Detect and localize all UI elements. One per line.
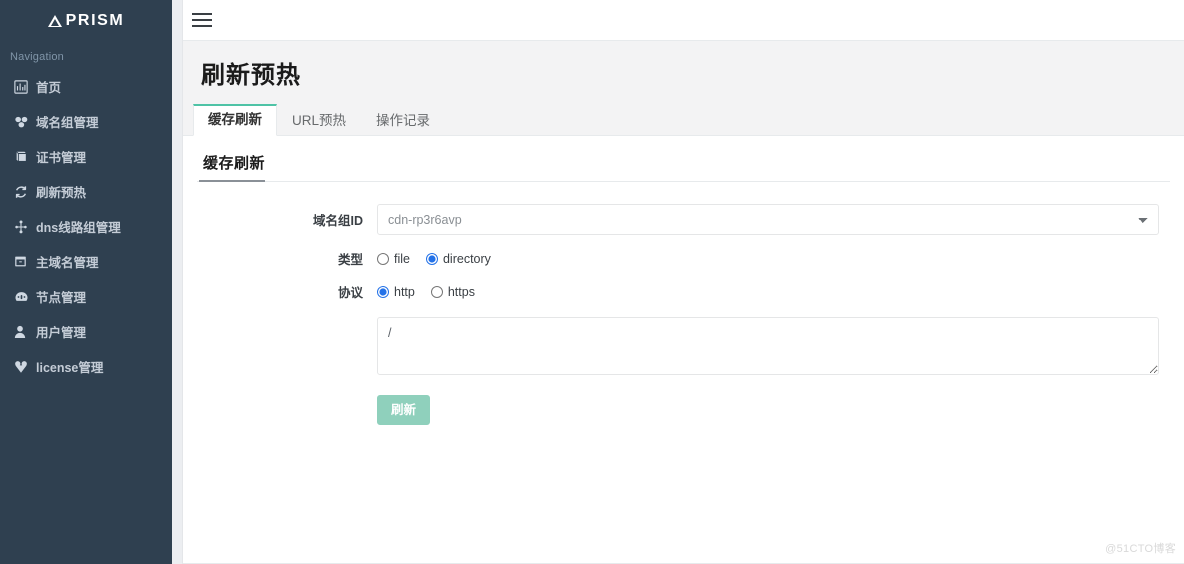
protocol-radio-https-input[interactable] <box>430 285 443 298</box>
protocol-radio-http-input[interactable] <box>377 285 389 298</box>
panel-title-wrap: 缓存刷新 <box>197 152 1170 182</box>
sidebar-item-label: 主域名管理 <box>36 256 99 270</box>
sidebar-item-refresh-preheat[interactable]: 刷新预热 <box>0 174 172 209</box>
type-radio-file-label: file <box>394 251 410 266</box>
sidebar-item-main-domain[interactable]: 主域名管理 <box>0 244 172 279</box>
sidebar-item-label: dns线路组管理 <box>36 221 121 235</box>
top-navbar <box>183 0 1184 41</box>
domain-group-row: 域名组ID cdn-rp3r6avp <box>197 204 1170 235</box>
sidebar-item-home[interactable]: 首页 <box>0 69 172 104</box>
book-icon <box>14 150 36 164</box>
protocol-radio-https-label: https <box>447 284 475 299</box>
puzzle-icon <box>14 360 36 374</box>
domain-group-select[interactable]: cdn-rp3r6avp <box>377 204 1159 235</box>
sidebar-item-label: 证书管理 <box>36 151 87 165</box>
brand-logo[interactable]: PRISM <box>0 0 172 41</box>
sidebar-item-user[interactable]: 用户管理 <box>0 314 172 349</box>
protocol-radio-group: http https <box>377 285 1159 299</box>
type-radio-file-input[interactable] <box>377 252 389 265</box>
sidebar-item-label: 节点管理 <box>36 291 87 305</box>
cubes-icon <box>14 115 36 129</box>
sidebar-item-node[interactable]: 节点管理 <box>0 279 172 314</box>
type-control: file directory <box>377 252 1170 266</box>
sidebar-item-dns-line-group[interactable]: dns线路组管理 <box>0 209 172 244</box>
window-icon <box>14 255 36 268</box>
sidebar-item-license[interactable]: license管理 <box>0 349 172 384</box>
urls-label-spacer <box>197 317 377 380</box>
urls-control <box>377 317 1170 380</box>
sidebar-item-label: license管理 <box>36 361 104 375</box>
domain-group-control: cdn-rp3r6avp <box>377 204 1170 235</box>
sidebar: PRISM Navigation 首页 域名组管理 证书管理 刷新预热 dns线… <box>0 0 172 564</box>
panel-divider <box>197 181 1170 182</box>
protocol-radio-http-label: http <box>394 284 415 299</box>
main-content: 刷新预热 缓存刷新 URL预热 操作记录 缓存刷新 域名组ID cdn-rp3r… <box>183 0 1184 564</box>
cache-refresh-panel: 缓存刷新 域名组ID cdn-rp3r6avp 类型 file director… <box>183 136 1184 564</box>
urls-textarea[interactable] <box>377 317 1159 375</box>
dashboard-icon <box>14 290 36 304</box>
sidebar-nav-list: 首页 域名组管理 证书管理 刷新预热 dns线路组管理 主域名管理 节点管理 用… <box>0 69 172 384</box>
page-header: 刷新预热 缓存刷新 URL预热 操作记录 <box>183 41 1184 136</box>
hamburger-icon[interactable] <box>192 12 212 28</box>
sidebar-item-label: 用户管理 <box>36 326 87 340</box>
type-radio-file[interactable]: file <box>377 252 410 266</box>
protocol-radio-http[interactable]: http <box>377 285 415 299</box>
type-radio-directory-label: directory <box>442 251 491 266</box>
sidebar-item-domain-group[interactable]: 域名组管理 <box>0 104 172 139</box>
sidebar-item-label: 刷新预热 <box>36 186 87 200</box>
refresh-sync-icon <box>14 185 36 199</box>
protocol-control: http https <box>377 285 1170 299</box>
sidebar-item-label: 首页 <box>36 81 62 95</box>
tab-cache-refresh[interactable]: 缓存刷新 <box>193 104 277 136</box>
cache-refresh-form: 域名组ID cdn-rp3r6avp 类型 file directory 协议 … <box>197 204 1170 425</box>
page-title: 刷新预热 <box>201 62 301 89</box>
protocol-row: 协议 http https <box>197 282 1170 301</box>
chart-bar-icon <box>14 79 36 94</box>
tab-operation-log[interactable]: 操作记录 <box>361 105 445 136</box>
type-radio-directory[interactable]: directory <box>425 251 491 266</box>
user-icon <box>14 325 36 339</box>
type-radio-group: file directory <box>377 252 1159 266</box>
tab-bar: 缓存刷新 URL预热 操作记录 <box>183 104 1184 136</box>
triangle-icon <box>47 14 62 27</box>
sitemap-icon <box>14 219 36 234</box>
tab-url-preheat[interactable]: URL预热 <box>277 105 361 136</box>
protocol-label: 协议 <box>337 286 363 300</box>
submit-row: 刷新 <box>197 395 1170 425</box>
sidebar-item-label: 域名组管理 <box>36 116 99 130</box>
protocol-radio-https[interactable]: https <box>430 284 475 299</box>
navigation-header: Navigation <box>10 51 64 63</box>
type-row: 类型 file directory <box>197 249 1170 268</box>
domain-group-label: 域名组ID <box>312 214 363 228</box>
refresh-button[interactable]: 刷新 <box>377 395 431 425</box>
app-root: PRISM Navigation 首页 域名组管理 证书管理 刷新预热 dns线… <box>0 0 1184 564</box>
panel-title: 缓存刷新 <box>199 152 266 182</box>
urls-row <box>197 317 1170 380</box>
submit-spacer <box>197 395 377 425</box>
brand-label: PRISM <box>65 11 125 29</box>
type-label: 类型 <box>337 253 363 267</box>
sidebar-content-gutter <box>172 0 183 564</box>
type-radio-directory-input[interactable] <box>425 252 438 265</box>
sidebar-item-certificate[interactable]: 证书管理 <box>0 139 172 174</box>
watermark: @51CTO博客 <box>1105 543 1176 555</box>
